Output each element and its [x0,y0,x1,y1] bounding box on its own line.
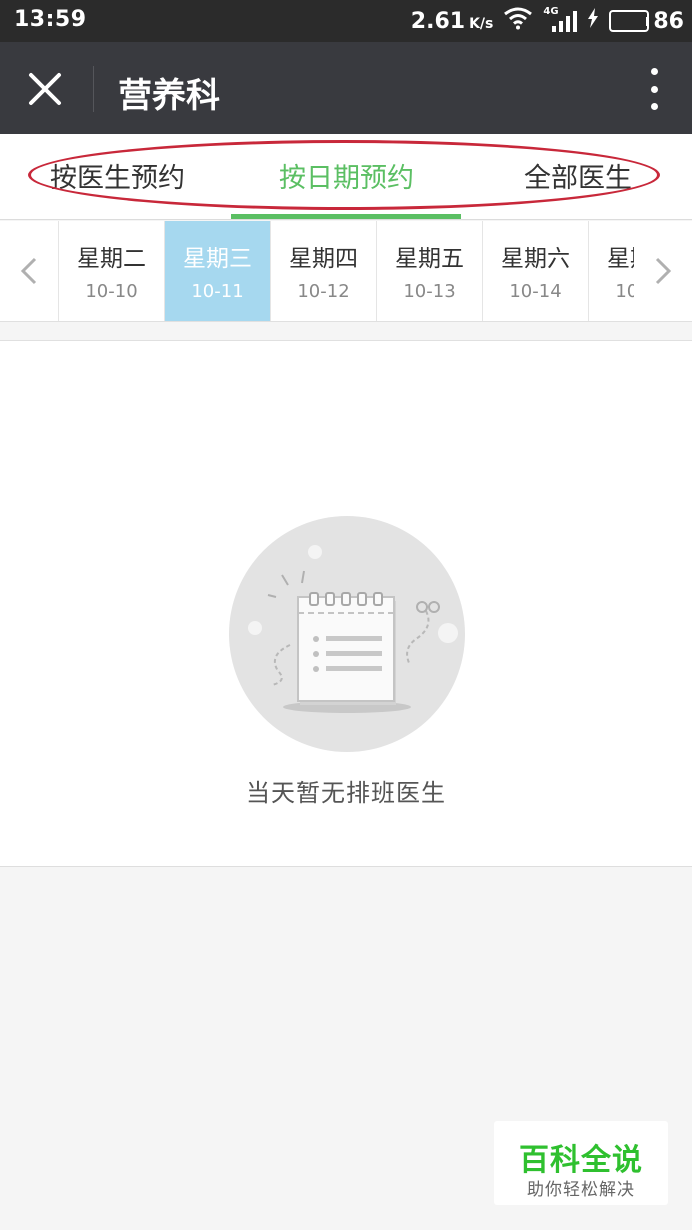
day-date: 10-13 [403,281,456,302]
tab-by-date[interactable]: 按日期预约 [279,156,414,195]
day-weekday: 星期四 [289,246,358,272]
tab-by-doctor[interactable]: 按医生预约 [50,156,185,195]
page-title: 营养科 [118,76,220,116]
date-selector: 星期二 10-10 星期三 10-11 星期四 10-12 星期五 10-13 … [0,221,692,322]
status-right: 2.61 K/s 4G 86 [411,6,684,36]
day-item[interactable]: 星期六 10-14 [482,221,588,321]
day-item[interactable]: 星期四 10-12 [270,221,376,321]
status-bar: 13:59 2.61 K/s 4G 86 [0,0,692,42]
day-date: 10-11 [191,281,244,302]
signal-bars [552,11,578,32]
charging-icon [587,8,599,34]
day-item[interactable]: 星期五 10-13 [376,221,482,321]
day-date: 10-12 [297,281,350,302]
network-speed-value: 2.61 [410,8,466,34]
day-list: 星期二 10-10 星期三 10-11 星期四 10-12 星期五 10-13 … [58,221,692,321]
wifi-icon [503,6,533,36]
network-speed: 2.61 K/s [411,9,494,34]
more-vertical-icon[interactable] [644,68,664,110]
day-weekday: 星期五 [395,246,464,272]
empty-calendar-icon [228,515,466,753]
network-speed-unit: K/s [469,15,494,32]
title-divider [93,66,94,112]
day-item-selected[interactable]: 星期三 10-11 [164,221,270,321]
day-weekday: 星期六 [501,246,570,272]
day-date: 10-14 [509,281,562,302]
cellular-signal-icon: 4G [543,6,578,34]
close-icon[interactable] [20,64,70,114]
schedule-content: 当天暂无排班医生 [0,341,692,867]
battery-indicator: 86 [609,9,684,34]
day-weekday: 星期三 [183,246,252,272]
chevron-right-icon[interactable] [634,221,692,321]
watermark-subtitle: 助你轻松解决 [527,1180,635,1200]
day-weekday: 星期二 [77,246,146,272]
empty-state-message: 当天暂无排班医生 [246,779,446,807]
tab-all-doctors[interactable]: 全部医生 [524,156,632,195]
watermark-title: 百科全说 [519,1143,643,1178]
battery-icon [609,10,650,32]
watermark-logo: 百科全说 助你轻松解决 [494,1121,668,1205]
day-date: 10-10 [85,281,138,302]
battery-level: 86 [653,8,684,34]
chevron-left-icon[interactable] [0,221,58,321]
section-gap [0,322,692,341]
tab-bar: 按医生预约 按日期预约 全部医生 [0,134,692,220]
active-tab-indicator [231,214,461,219]
day-item[interactable]: 星期二 10-10 [58,221,164,321]
title-bar: 营养科 [0,42,692,134]
status-time: 13:59 [14,7,87,32]
